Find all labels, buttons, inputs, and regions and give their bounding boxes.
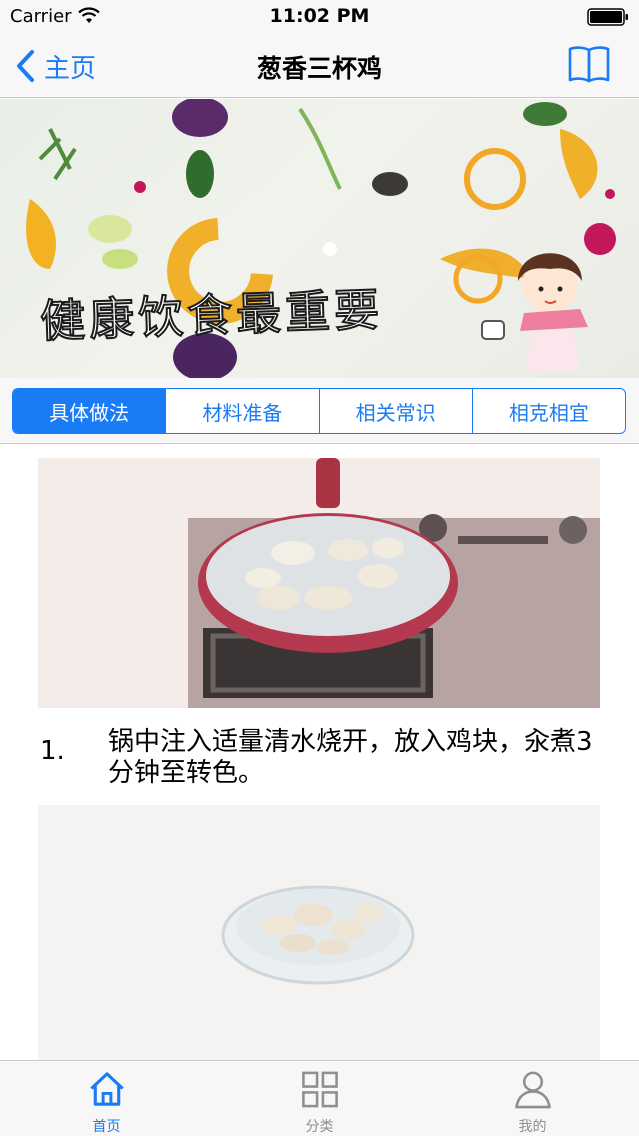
- step-text-1: 锅中注入适量清水烧开，放入鸡块，汆煮3分钟至转色。: [108, 727, 593, 788]
- segment-method[interactable]: 具体做法: [13, 389, 167, 433]
- status-bar: Carrier 11:02 PM: [0, 0, 639, 34]
- segment-knowledge[interactable]: 相关常识: [320, 389, 473, 433]
- tab-mine-label: 我的: [518, 1119, 547, 1135]
- book-icon[interactable]: [567, 44, 611, 84]
- recipe-screen: Carrier 11:02 PM 主页 葱香三杯鸡 健康饮食最重要 具体做法 材…: [0, 0, 639, 1136]
- person-icon: [514, 1071, 551, 1109]
- battery-icon: [587, 8, 628, 26]
- navigation-bar: 主页 葱香三杯鸡: [0, 34, 639, 98]
- tab-home-label: 首页: [92, 1119, 121, 1135]
- tab-bar: 首页 分类 我的: [0, 1060, 639, 1136]
- tab-category[interactable]: 分类: [213, 1061, 426, 1136]
- tab-home[interactable]: 首页: [0, 1061, 213, 1136]
- step-number-1: 1.: [40, 736, 65, 766]
- banner-image: 健康饮食最重要: [0, 99, 639, 378]
- tab-category-label: 分类: [305, 1119, 334, 1135]
- home-icon: [89, 1072, 124, 1106]
- step-image-1: [38, 458, 600, 708]
- segmented-control: 具体做法 材料准备 相关常识 相克相宜: [12, 388, 626, 434]
- segment-bar: 具体做法 材料准备 相关常识 相克相宜: [0, 378, 639, 444]
- banner-caption: 健康饮食最重要: [38, 282, 385, 349]
- step-image-2: [38, 805, 600, 1060]
- tab-mine[interactable]: 我的: [426, 1061, 639, 1136]
- grid-icon: [301, 1071, 338, 1108]
- status-time: 11:02 PM: [269, 5, 370, 27]
- segment-compatibility[interactable]: 相克相宜: [473, 389, 625, 433]
- page-title: 葱香三杯鸡: [256, 54, 382, 83]
- segment-ingredients[interactable]: 材料准备: [166, 389, 320, 433]
